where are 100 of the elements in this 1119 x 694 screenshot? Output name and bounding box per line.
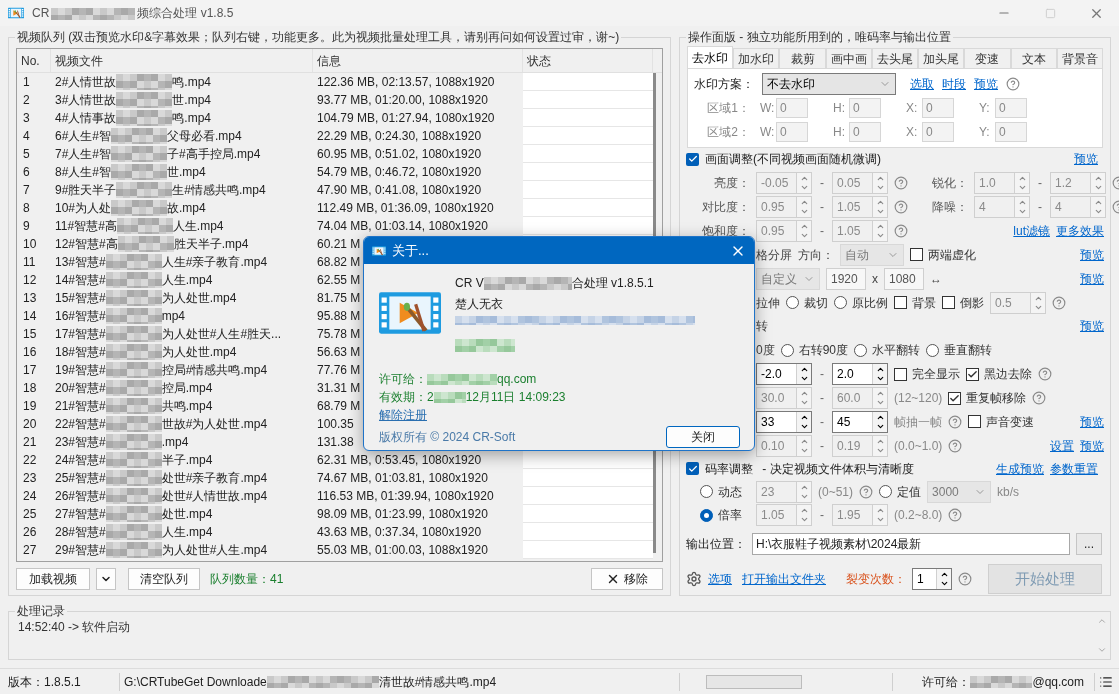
spin-box[interactable]: 2.0 <box>832 363 888 386</box>
radio-button[interactable]: 动态 <box>696 482 750 501</box>
input-field[interactable]: 0 <box>995 97 1027 118</box>
radio-button[interactable]: 倍率 <box>696 506 750 525</box>
input-field[interactable]: 1080 <box>884 267 924 290</box>
radio-button[interactable]: 右转90度 <box>780 341 849 360</box>
help-icon[interactable] <box>948 508 963 523</box>
spin-arrows-icon[interactable] <box>872 364 887 385</box>
unregister-link[interactable]: 解除注册 <box>379 406 427 424</box>
spin-box[interactable]: -2.0 <box>756 363 812 386</box>
close-dialog-button[interactable]: 关闭 <box>666 426 740 448</box>
text-link[interactable]: 预览 <box>1080 436 1104 455</box>
text-link[interactable]: 更多效果 <box>1056 222 1104 241</box>
file-name-text: 4#人情事故 <box>55 110 117 127</box>
dropdown-button[interactable] <box>96 568 116 590</box>
checkbox[interactable]: 两端虚化 <box>910 245 976 264</box>
input-field[interactable]: 0 <box>922 121 954 142</box>
help-icon[interactable] <box>948 414 962 429</box>
text-link[interactable]: 参数重置 <box>1050 459 1098 478</box>
text-link[interactable]: 时段 <box>942 74 966 93</box>
help-icon[interactable] <box>894 224 908 239</box>
input-field[interactable]: 0 <box>922 97 954 118</box>
text-link[interactable]: 预览 <box>974 74 998 93</box>
spin-arrows-icon[interactable] <box>796 364 811 385</box>
checkbox[interactable]: 码率调整 <box>686 459 753 478</box>
text-link[interactable]: lut滤镜 <box>1013 222 1050 241</box>
text-link[interactable]: 预览 <box>1080 269 1104 288</box>
tab[interactable]: 去头尾 <box>871 48 919 68</box>
pixelated-redaction <box>105 506 162 522</box>
load-video-button[interactable]: 加载视频 <box>16 568 90 590</box>
browse-button[interactable]: ... <box>1076 533 1102 556</box>
input-field[interactable]: 1920 <box>826 267 866 290</box>
tab[interactable]: 画中画 <box>825 48 872 68</box>
text-link[interactable]: 预览 <box>1080 317 1104 336</box>
checkbox[interactable]: 完全显示 <box>894 365 960 384</box>
spin-arrows-icon[interactable] <box>936 569 951 590</box>
check-icon <box>687 463 698 474</box>
text-link[interactable]: 选项 <box>708 570 732 589</box>
checkbox[interactable]: 声音变速 <box>968 412 1034 431</box>
text-link[interactable]: 生成预览 <box>996 459 1044 478</box>
checkbox[interactable]: 背景 <box>894 293 936 312</box>
help-icon[interactable] <box>1038 367 1052 382</box>
spin-arrows-icon[interactable] <box>796 411 811 432</box>
text-link[interactable]: 设置 <box>1050 436 1074 455</box>
input-field[interactable]: 0 <box>995 121 1027 142</box>
column-header[interactable]: No. <box>17 49 51 72</box>
scroll-up-icon[interactable] <box>1097 616 1107 626</box>
column-header[interactable]: 状态 <box>523 49 653 72</box>
help-icon[interactable] <box>1052 295 1066 310</box>
tab[interactable]: 背景音 <box>1056 48 1103 68</box>
tab[interactable]: 去水印 <box>687 46 734 68</box>
text-link[interactable]: 预览 <box>1074 150 1098 169</box>
tab[interactable]: 文本 <box>1010 48 1057 68</box>
tab[interactable]: 加水印 <box>733 48 780 68</box>
file-path-text: G:\CRTubeGet Downloade <box>124 673 267 691</box>
radio-button[interactable]: 原比例 <box>834 293 888 312</box>
radio-button[interactable]: 垂直翻转 <box>926 341 993 360</box>
table-cell-text: 2 <box>22 92 31 109</box>
input-field[interactable]: 0 <box>776 97 808 118</box>
input-field[interactable]: 0 <box>849 121 881 142</box>
column-header[interactable]: 视频文件 <box>51 49 313 72</box>
input-field[interactable]: 0 <box>776 121 808 142</box>
input-field[interactable]: 0 <box>849 97 881 118</box>
tab[interactable]: 加头尾 <box>918 48 965 68</box>
help-icon[interactable] <box>1006 76 1020 91</box>
text-link[interactable]: 预览 <box>1080 412 1104 431</box>
pixelated-redaction <box>116 218 173 234</box>
checkbox[interactable]: 倒影 <box>942 293 984 312</box>
pixelated-redaction <box>427 373 497 385</box>
spin-arrows-icon[interactable] <box>872 411 887 432</box>
help-icon[interactable] <box>1032 391 1047 406</box>
file-name-text: 共鸣.mp4 <box>161 398 213 415</box>
clear-queue-button[interactable]: 清空队列 <box>128 568 200 590</box>
settings-icon[interactable] <box>686 571 702 588</box>
text-link[interactable]: 选取 <box>910 74 934 93</box>
help-icon[interactable] <box>894 200 908 215</box>
radio-button[interactable]: 水平翻转 <box>854 341 921 360</box>
range-hint: (12~120) <box>894 390 943 408</box>
help-icon[interactable] <box>948 438 963 453</box>
column-header[interactable]: 信息 <box>313 49 523 72</box>
scroll-down-icon[interactable] <box>1097 645 1107 655</box>
tab[interactable]: 裁剪 <box>779 48 826 68</box>
help-icon[interactable] <box>859 484 874 499</box>
radio-button[interactable]: 裁切 <box>786 293 828 312</box>
tab[interactable]: 变速 <box>964 48 1011 68</box>
spin-box[interactable]: 1 <box>912 568 952 591</box>
help-icon[interactable] <box>894 176 908 191</box>
radio-button[interactable]: 定值 <box>879 482 922 501</box>
checkbox[interactable]: 重复帧移除 <box>948 389 1027 408</box>
checkbox[interactable]: 黑边去除 <box>966 365 1032 384</box>
spin-box[interactable]: 45 <box>832 410 888 433</box>
remove-button[interactable]: 移除 <box>591 568 663 590</box>
menu-icon[interactable] <box>1099 674 1113 689</box>
text-link[interactable]: 打开输出文件夹 <box>742 570 826 589</box>
dropdown[interactable]: 不去水印 <box>762 72 896 95</box>
checkbox[interactable]: 画面调整(不同视频画面随机微调) <box>686 150 881 169</box>
output-path-field[interactable]: H:\衣服鞋子视频素材\2024最新 <box>752 533 1070 556</box>
spin-box[interactable]: 33 <box>756 410 812 433</box>
text-link[interactable]: 预览 <box>1080 245 1104 264</box>
help-icon[interactable] <box>958 572 972 587</box>
